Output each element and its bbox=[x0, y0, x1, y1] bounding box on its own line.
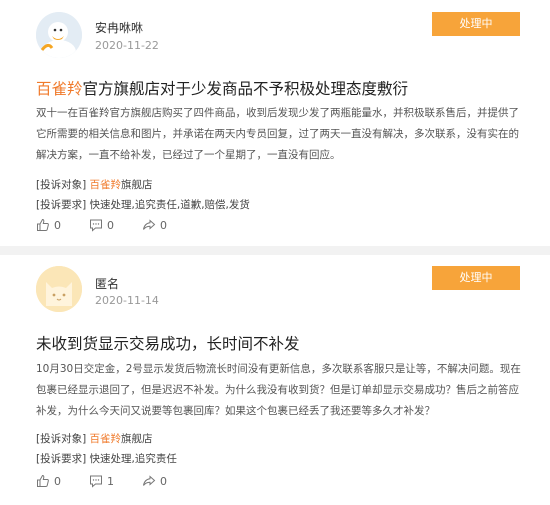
comment-count: 1 bbox=[107, 474, 114, 488]
thumbs-up-icon bbox=[37, 218, 49, 231]
complaint-object: [投诉对象] 百雀羚旗舰店 bbox=[36, 431, 153, 446]
complaint-request-text: 快速处理,追究责任,道歉,赔偿,发货 bbox=[89, 199, 250, 211]
complaint-object-name: 旗舰店 bbox=[121, 179, 153, 191]
status-badge: 处理中 bbox=[432, 12, 520, 36]
like-count: 0 bbox=[54, 218, 61, 232]
like-button[interactable]: 0 bbox=[36, 474, 61, 488]
status-badge: 处理中 bbox=[432, 266, 520, 290]
complaint-request-text: 快速处理,追究责任 bbox=[89, 453, 177, 465]
share-icon bbox=[143, 475, 156, 486]
complaint-title[interactable]: 百雀羚官方旗舰店对于少发商品不予积极处理态度敷衍 bbox=[36, 77, 408, 99]
share-count: 0 bbox=[160, 474, 167, 488]
share-button[interactable]: 0 bbox=[142, 474, 167, 488]
action-bar: 0 1 0 bbox=[36, 474, 195, 488]
cat-avatar-icon[interactable] bbox=[36, 266, 82, 312]
comment-button[interactable]: 0 bbox=[89, 218, 114, 232]
goose-avatar-icon[interactable] bbox=[36, 12, 82, 58]
complaint-object-brand-link[interactable]: 百雀羚 bbox=[90, 179, 122, 191]
comment-count: 0 bbox=[107, 218, 114, 232]
username[interactable]: 安冉咻咻 bbox=[95, 19, 143, 36]
complaint-object-brand-link[interactable]: 百雀羚 bbox=[90, 433, 122, 445]
title-brand[interactable]: 百雀羚 bbox=[36, 80, 83, 98]
post-date: 2020-11-14 bbox=[95, 294, 159, 307]
card-divider bbox=[0, 246, 550, 255]
complaint-object-label: [投诉对象] bbox=[36, 433, 87, 445]
complaint-request-label: [投诉要求] bbox=[36, 453, 87, 465]
share-button[interactable]: 0 bbox=[142, 218, 167, 232]
complaint-object-name: 旗舰店 bbox=[121, 433, 153, 445]
action-bar: 0 0 0 bbox=[36, 218, 195, 232]
post-date: 2020-11-22 bbox=[95, 39, 159, 52]
complaint-object: [投诉对象] 百雀羚旗舰店 bbox=[36, 177, 153, 192]
like-count: 0 bbox=[54, 474, 61, 488]
share-count: 0 bbox=[160, 218, 167, 232]
comment-button[interactable]: 1 bbox=[89, 474, 114, 488]
complaint-request: [投诉要求] 快速处理,追究责任 bbox=[36, 451, 177, 466]
complaint-title[interactable]: 未收到货显示交易成功，长时间不补发 bbox=[36, 332, 300, 354]
comment-icon bbox=[90, 475, 102, 488]
complaint-body: 双十一在百雀羚官方旗舰店购买了四件商品，收到后发现少发了两瓶能量水，并积极联系售… bbox=[36, 107, 519, 161]
complaint-object-label: [投诉对象] bbox=[36, 179, 87, 191]
complaint-request: [投诉要求] 快速处理,追究责任,道歉,赔偿,发货 bbox=[36, 197, 250, 212]
complaint-body: 10月30日交定金，2号显示发货后物流长时间没有更新信息，多次联系客服只是让等，… bbox=[36, 363, 521, 417]
title-text[interactable]: 官方旗舰店对于少发商品不予积极处理态度敷衍 bbox=[83, 80, 409, 98]
comment-icon bbox=[90, 219, 102, 232]
complaint-request-label: [投诉要求] bbox=[36, 199, 87, 211]
username[interactable]: 匿名 bbox=[95, 275, 119, 292]
thumbs-up-icon bbox=[37, 474, 49, 487]
like-button[interactable]: 0 bbox=[36, 218, 61, 232]
complaint-card: 安冉咻咻 2020-11-22 处理中 百雀羚官方旗舰店对于少发商品不予积极处理… bbox=[0, 0, 550, 246]
share-icon bbox=[143, 219, 156, 230]
complaint-card: 匿名 2020-11-14 处理中 未收到货显示交易成功，长时间不补发 10月3… bbox=[0, 255, 550, 505]
title-text[interactable]: 未收到货显示交易成功，长时间不补发 bbox=[36, 335, 300, 353]
